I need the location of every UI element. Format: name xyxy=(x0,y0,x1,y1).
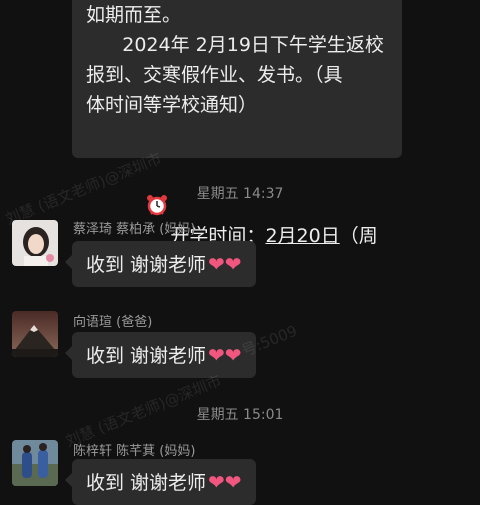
message-text: 收到 谢谢老师 xyxy=(86,345,207,367)
message-bubble[interactable]: 收到 谢谢老师 ❤❤ xyxy=(65,332,256,378)
notice-line: 如期而至。 xyxy=(86,4,182,26)
school-start-date-link[interactable]: 2月20日 xyxy=(265,225,339,247)
message-bubble[interactable]: 收到 谢谢老师 ❤❤ xyxy=(65,241,256,287)
heart-icon: ❤❤ xyxy=(208,252,242,276)
notice-line: 体时间等学校通知） xyxy=(86,94,258,116)
chat-timestamp: 星期五 14:37 xyxy=(196,186,284,202)
avatar[interactable] xyxy=(12,220,58,266)
sender-name: 陈梓轩 陈芊萁 (妈妈) xyxy=(73,444,196,459)
avatar[interactable] xyxy=(12,440,58,486)
chat-timestamp: 星期五 15:01 xyxy=(196,407,284,423)
message-text: 收到 谢谢老师 xyxy=(86,254,207,276)
message-text: 收到 谢谢老师 xyxy=(86,472,207,494)
notice-line: 报到、交寒假作业、发书。（具 xyxy=(86,64,343,86)
notice-line: 2024年 2月19日下午学生返校 xyxy=(86,34,384,56)
notice-message-bubble[interactable]: 如期而至。 2024年 2月19日下午学生返校 报到、交寒假作业、发书。（具 体… xyxy=(72,0,402,281)
heart-icon: ❤❤ xyxy=(208,470,242,494)
message-bubble[interactable]: 收到 谢谢老师 ❤❤ xyxy=(65,459,256,505)
sender-name: 向语瑄 (爸爸) xyxy=(73,315,153,330)
sender-name: 蔡泽琦 蔡柏承 (妈妈) xyxy=(73,222,196,237)
avatar[interactable] xyxy=(12,311,58,357)
heart-icon: ❤❤ xyxy=(208,343,242,367)
